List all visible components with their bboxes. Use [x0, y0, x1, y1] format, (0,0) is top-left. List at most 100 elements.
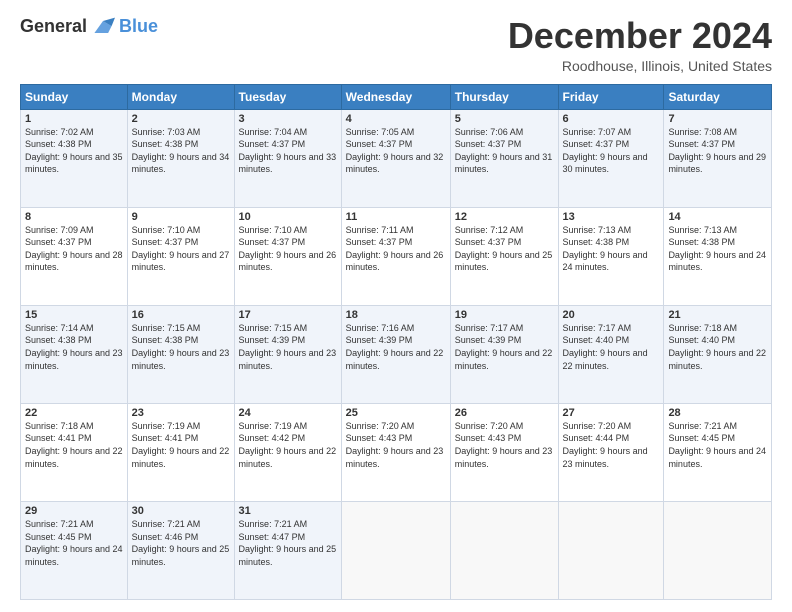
day-info: Sunrise: 7:13 AMSunset: 4:38 PMDaylight:… — [563, 224, 660, 274]
weekday-header-saturday: Saturday — [664, 84, 772, 109]
calendar-cell: 21Sunrise: 7:18 AMSunset: 4:40 PMDayligh… — [664, 305, 772, 403]
day-info: Sunrise: 7:10 AMSunset: 4:37 PMDaylight:… — [239, 224, 337, 274]
day-number: 9 — [132, 211, 230, 223]
calendar-week-row: 15Sunrise: 7:14 AMSunset: 4:38 PMDayligh… — [21, 305, 772, 403]
calendar-cell — [341, 501, 450, 599]
day-number: 10 — [239, 211, 337, 223]
day-number: 11 — [346, 211, 446, 223]
calendar-cell: 28Sunrise: 7:21 AMSunset: 4:45 PMDayligh… — [664, 403, 772, 501]
calendar-cell — [558, 501, 664, 599]
day-info: Sunrise: 7:19 AMSunset: 4:41 PMDaylight:… — [132, 420, 230, 470]
calendar-cell: 31Sunrise: 7:21 AMSunset: 4:47 PMDayligh… — [234, 501, 341, 599]
day-number: 27 — [563, 407, 660, 419]
day-info: Sunrise: 7:10 AMSunset: 4:37 PMDaylight:… — [132, 224, 230, 274]
calendar-cell: 17Sunrise: 7:15 AMSunset: 4:39 PMDayligh… — [234, 305, 341, 403]
calendar-cell: 13Sunrise: 7:13 AMSunset: 4:38 PMDayligh… — [558, 207, 664, 305]
day-info: Sunrise: 7:11 AMSunset: 4:37 PMDaylight:… — [346, 224, 446, 274]
day-info: Sunrise: 7:17 AMSunset: 4:39 PMDaylight:… — [455, 322, 554, 372]
day-info: Sunrise: 7:21 AMSunset: 4:46 PMDaylight:… — [132, 518, 230, 568]
day-info: Sunrise: 7:15 AMSunset: 4:39 PMDaylight:… — [239, 322, 337, 372]
weekday-header-wednesday: Wednesday — [341, 84, 450, 109]
title-area: December 2024 Roodhouse, Illinois, Unite… — [508, 16, 772, 74]
calendar-cell — [450, 501, 558, 599]
calendar-cell: 11Sunrise: 7:11 AMSunset: 4:37 PMDayligh… — [341, 207, 450, 305]
day-info: Sunrise: 7:21 AMSunset: 4:45 PMDaylight:… — [25, 518, 123, 568]
calendar-header: SundayMondayTuesdayWednesdayThursdayFrid… — [21, 84, 772, 109]
day-number: 20 — [563, 309, 660, 321]
calendar-cell — [664, 501, 772, 599]
calendar-cell: 18Sunrise: 7:16 AMSunset: 4:39 PMDayligh… — [341, 305, 450, 403]
day-info: Sunrise: 7:20 AMSunset: 4:43 PMDaylight:… — [346, 420, 446, 470]
day-number: 12 — [455, 211, 554, 223]
calendar-cell: 3Sunrise: 7:04 AMSunset: 4:37 PMDaylight… — [234, 109, 341, 207]
calendar-cell: 14Sunrise: 7:13 AMSunset: 4:38 PMDayligh… — [664, 207, 772, 305]
day-number: 31 — [239, 505, 337, 517]
weekday-header-sunday: Sunday — [21, 84, 128, 109]
calendar-cell: 7Sunrise: 7:08 AMSunset: 4:37 PMDaylight… — [664, 109, 772, 207]
day-info: Sunrise: 7:02 AMSunset: 4:38 PMDaylight:… — [25, 126, 123, 176]
calendar-cell: 22Sunrise: 7:18 AMSunset: 4:41 PMDayligh… — [21, 403, 128, 501]
weekday-header-friday: Friday — [558, 84, 664, 109]
calendar-cell: 5Sunrise: 7:06 AMSunset: 4:37 PMDaylight… — [450, 109, 558, 207]
weekday-header-tuesday: Tuesday — [234, 84, 341, 109]
calendar-cell: 25Sunrise: 7:20 AMSunset: 4:43 PMDayligh… — [341, 403, 450, 501]
calendar-cell: 8Sunrise: 7:09 AMSunset: 4:37 PMDaylight… — [21, 207, 128, 305]
day-number: 3 — [239, 113, 337, 125]
calendar-page: General Blue December 2024 Roodhouse, Il… — [0, 0, 792, 612]
weekday-header-monday: Monday — [127, 84, 234, 109]
month-title: December 2024 — [508, 16, 772, 56]
day-info: Sunrise: 7:21 AMSunset: 4:47 PMDaylight:… — [239, 518, 337, 568]
day-info: Sunrise: 7:21 AMSunset: 4:45 PMDaylight:… — [668, 420, 767, 470]
calendar-week-row: 1Sunrise: 7:02 AMSunset: 4:38 PMDaylight… — [21, 109, 772, 207]
day-number: 7 — [668, 113, 767, 125]
calendar-cell: 10Sunrise: 7:10 AMSunset: 4:37 PMDayligh… — [234, 207, 341, 305]
day-number: 18 — [346, 309, 446, 321]
calendar-table: SundayMondayTuesdayWednesdayThursdayFrid… — [20, 84, 772, 600]
calendar-cell: 15Sunrise: 7:14 AMSunset: 4:38 PMDayligh… — [21, 305, 128, 403]
calendar-week-row: 29Sunrise: 7:21 AMSunset: 4:45 PMDayligh… — [21, 501, 772, 599]
calendar-cell: 24Sunrise: 7:19 AMSunset: 4:42 PMDayligh… — [234, 403, 341, 501]
day-number: 22 — [25, 407, 123, 419]
day-number: 6 — [563, 113, 660, 125]
day-info: Sunrise: 7:16 AMSunset: 4:39 PMDaylight:… — [346, 322, 446, 372]
calendar-cell: 29Sunrise: 7:21 AMSunset: 4:45 PMDayligh… — [21, 501, 128, 599]
day-info: Sunrise: 7:13 AMSunset: 4:38 PMDaylight:… — [668, 224, 767, 274]
day-info: Sunrise: 7:18 AMSunset: 4:41 PMDaylight:… — [25, 420, 123, 470]
calendar-body: 1Sunrise: 7:02 AMSunset: 4:38 PMDaylight… — [21, 109, 772, 599]
day-number: 13 — [563, 211, 660, 223]
calendar-cell: 4Sunrise: 7:05 AMSunset: 4:37 PMDaylight… — [341, 109, 450, 207]
day-number: 2 — [132, 113, 230, 125]
day-number: 1 — [25, 113, 123, 125]
day-info: Sunrise: 7:06 AMSunset: 4:37 PMDaylight:… — [455, 126, 554, 176]
day-number: 8 — [25, 211, 123, 223]
calendar-cell: 2Sunrise: 7:03 AMSunset: 4:38 PMDaylight… — [127, 109, 234, 207]
calendar-cell: 20Sunrise: 7:17 AMSunset: 4:40 PMDayligh… — [558, 305, 664, 403]
day-number: 26 — [455, 407, 554, 419]
logo-blue-text: Blue — [119, 16, 158, 37]
header: General Blue December 2024 Roodhouse, Il… — [20, 16, 772, 74]
calendar-cell: 12Sunrise: 7:12 AMSunset: 4:37 PMDayligh… — [450, 207, 558, 305]
logo-icon — [91, 17, 115, 37]
calendar-cell: 27Sunrise: 7:20 AMSunset: 4:44 PMDayligh… — [558, 403, 664, 501]
day-number: 29 — [25, 505, 123, 517]
logo-general-text: General — [20, 16, 87, 37]
day-number: 24 — [239, 407, 337, 419]
calendar-week-row: 8Sunrise: 7:09 AMSunset: 4:37 PMDaylight… — [21, 207, 772, 305]
location-text: Roodhouse, Illinois, United States — [508, 58, 772, 74]
calendar-cell: 23Sunrise: 7:19 AMSunset: 4:41 PMDayligh… — [127, 403, 234, 501]
calendar-cell: 16Sunrise: 7:15 AMSunset: 4:38 PMDayligh… — [127, 305, 234, 403]
day-number: 14 — [668, 211, 767, 223]
day-info: Sunrise: 7:14 AMSunset: 4:38 PMDaylight:… — [25, 322, 123, 372]
weekday-header-thursday: Thursday — [450, 84, 558, 109]
day-number: 23 — [132, 407, 230, 419]
day-info: Sunrise: 7:12 AMSunset: 4:37 PMDaylight:… — [455, 224, 554, 274]
day-info: Sunrise: 7:15 AMSunset: 4:38 PMDaylight:… — [132, 322, 230, 372]
day-info: Sunrise: 7:03 AMSunset: 4:38 PMDaylight:… — [132, 126, 230, 176]
day-info: Sunrise: 7:20 AMSunset: 4:44 PMDaylight:… — [563, 420, 660, 470]
day-number: 28 — [668, 407, 767, 419]
day-number: 19 — [455, 309, 554, 321]
logo-area: General Blue — [20, 16, 158, 37]
weekday-header-row: SundayMondayTuesdayWednesdayThursdayFrid… — [21, 84, 772, 109]
calendar-cell: 19Sunrise: 7:17 AMSunset: 4:39 PMDayligh… — [450, 305, 558, 403]
calendar-cell: 6Sunrise: 7:07 AMSunset: 4:37 PMDaylight… — [558, 109, 664, 207]
